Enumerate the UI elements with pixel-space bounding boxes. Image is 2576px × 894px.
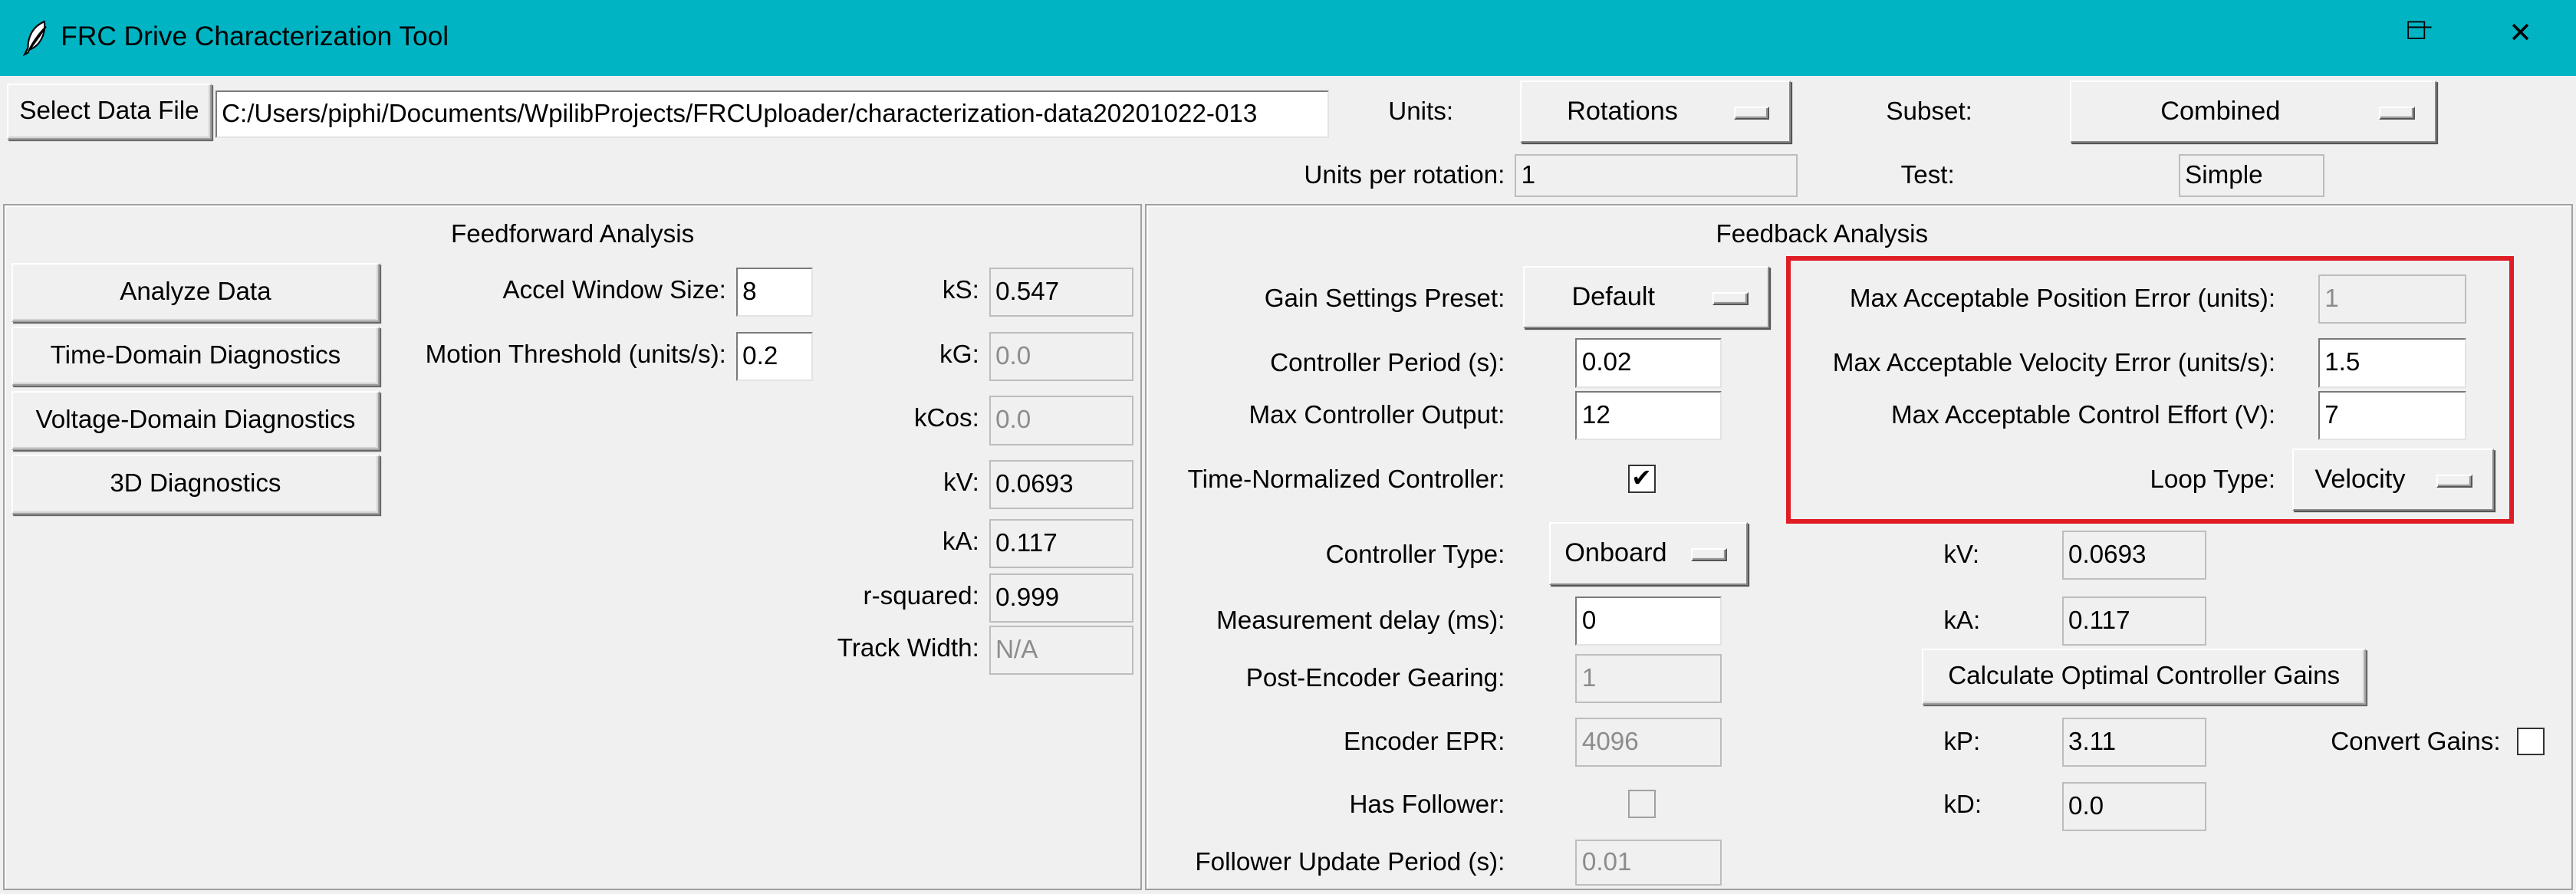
3d-diagnostics-button[interactable]: 3D Diagnostics: [11, 455, 380, 514]
test-field[interactable]: Simple: [2178, 154, 2325, 198]
units-per-rotation-label: Units per rotation:: [1304, 161, 1505, 190]
ka-label: kA:: [942, 528, 979, 557]
fb-kv-label: kV:: [1943, 541, 1980, 570]
max-output-label: Max Controller Output:: [1249, 401, 1505, 430]
kcos-field: 0.0: [989, 396, 1134, 445]
max-position-error-field: 1: [2318, 274, 2466, 324]
r-squared-field[interactable]: 0.999: [989, 573, 1134, 623]
max-velocity-error-label: Max Acceptable Velocity Error (units/s):: [1832, 348, 2276, 377]
measurement-delay-label: Measurement delay (ms):: [1216, 606, 1505, 635]
units-label: Units:: [1388, 97, 1454, 126]
follower-update-period-field: 0.01: [1575, 839, 1722, 886]
dropdown-indicator-icon: [1712, 292, 1749, 306]
select-data-file-button[interactable]: Select Data File: [6, 84, 212, 140]
convert-gains-checkbox[interactable]: [2517, 728, 2545, 756]
voltage-domain-diagnostics-button[interactable]: Voltage-Domain Diagnostics: [11, 390, 380, 450]
controller-period-label: Controller Period (s):: [1270, 348, 1505, 377]
close-button[interactable]: ✕: [2489, 10, 2555, 66]
window-title: FRC Drive Characterization Tool: [61, 21, 449, 51]
kv-field[interactable]: 0.0693: [989, 459, 1134, 510]
ks-label: kS:: [942, 276, 979, 305]
kg-field: 0.0: [989, 331, 1134, 381]
convert-gains-label: Convert Gains:: [2331, 728, 2501, 757]
accel-window-label: Accel Window Size:: [502, 276, 726, 305]
controller-type-label: Controller Type:: [1325, 541, 1505, 570]
subset-label: Subset:: [1886, 97, 1972, 126]
units-value: Rotations: [1567, 96, 1678, 126]
dropdown-indicator-icon: [2436, 474, 2473, 488]
analyze-data-button[interactable]: Analyze Data: [11, 262, 380, 322]
fb-ka-label: kA:: [1943, 606, 1981, 635]
feedforward-title: Feedforward Analysis: [450, 220, 695, 249]
loop-type-dropdown[interactable]: Velocity: [2291, 448, 2494, 511]
checkmark-icon: ✔: [1631, 463, 1653, 491]
track-width-field: N/A: [989, 626, 1134, 675]
dropdown-indicator-icon: [1690, 548, 1727, 562]
track-width-label: Track Width:: [837, 634, 979, 663]
ka-field[interactable]: 0.117: [989, 518, 1134, 569]
loop-type-value: Velocity: [2314, 464, 2406, 494]
max-velocity-error-field[interactable]: 1.5: [2318, 338, 2466, 388]
post-encoder-gearing-label: Post-Encoder Gearing:: [1245, 663, 1505, 692]
dropdown-indicator-icon: [1733, 107, 1770, 120]
has-follower-label: Has Follower:: [1349, 790, 1505, 819]
fb-ka-field[interactable]: 0.117: [2061, 596, 2207, 646]
measurement-delay-field[interactable]: 0: [1575, 596, 1722, 646]
gain-preset-dropdown[interactable]: Default: [1522, 266, 1770, 329]
encoder-epr-label: Encoder EPR:: [1344, 728, 1505, 757]
max-control-effort-field[interactable]: 7: [2318, 390, 2466, 441]
gain-preset-value: Default: [1571, 282, 1656, 312]
time-domain-diagnostics-button[interactable]: Time-Domain Diagnostics: [11, 327, 380, 386]
units-per-rotation-field[interactable]: 1: [1515, 154, 1798, 198]
maximize-icon: ☐: [2405, 17, 2428, 45]
fb-kv-field[interactable]: 0.0693: [2061, 530, 2207, 580]
time-normalized-checkbox[interactable]: ✔: [1628, 463, 1656, 493]
file-path-field[interactable]: C:/Users/piphi/Documents/WpilibProjects/…: [215, 90, 1330, 138]
feather-icon: [22, 20, 47, 56]
r-squared-label: r-squared:: [863, 581, 979, 610]
units-dropdown[interactable]: Rotations: [1519, 80, 1791, 143]
kd-field[interactable]: 0.0: [2061, 781, 2207, 831]
max-position-error-label: Max Acceptable Position Error (units):: [1849, 284, 2276, 314]
feedback-title: Feedback Analysis: [1716, 220, 1929, 249]
title-bar: FRC Drive Characterization Tool — ☐ ✕: [0, 0, 2576, 76]
motion-threshold-field[interactable]: 0.2: [735, 331, 814, 381]
controller-type-value: Onboard: [1564, 538, 1667, 568]
kcos-label: kCos:: [913, 404, 979, 433]
motion-threshold-label: Motion Threshold (units/s):: [425, 340, 726, 369]
accel-window-field[interactable]: 8: [735, 268, 814, 317]
encoder-epr-field: 4096: [1575, 718, 1722, 767]
kg-label: kG:: [939, 340, 979, 369]
ks-field[interactable]: 0.547: [989, 268, 1134, 317]
kd-label: kD:: [1943, 790, 1982, 819]
kp-label: kP:: [1943, 728, 1981, 757]
close-icon: ✕: [2509, 17, 2532, 49]
test-label: Test:: [1900, 161, 1955, 190]
post-encoder-gearing-field: 1: [1575, 653, 1722, 703]
dropdown-indicator-icon: [2379, 107, 2416, 120]
controller-period-field[interactable]: 0.02: [1575, 338, 1722, 388]
subset-value: Combined: [2160, 96, 2281, 126]
has-follower-checkbox: [1628, 790, 1656, 818]
time-normalized-label: Time-Normalized Controller:: [1187, 465, 1505, 494]
controller-type-dropdown[interactable]: Onboard: [1549, 522, 1749, 585]
kv-label: kV:: [943, 468, 979, 497]
max-control-effort-label: Max Acceptable Control Effort (V):: [1890, 401, 2276, 430]
gain-preset-label: Gain Settings Preset:: [1264, 284, 1505, 314]
loop-type-label: Loop Type:: [2150, 465, 2276, 494]
kp-field[interactable]: 3.11: [2061, 718, 2207, 767]
follower-update-period-label: Follower Update Period (s):: [1195, 847, 1505, 876]
calculate-gains-button[interactable]: Calculate Optimal Controller Gains: [1922, 649, 2366, 705]
max-output-field[interactable]: 12: [1575, 390, 1722, 441]
maximize-button[interactable]: ☐: [2386, 10, 2452, 66]
subset-dropdown[interactable]: Combined: [2070, 80, 2437, 143]
